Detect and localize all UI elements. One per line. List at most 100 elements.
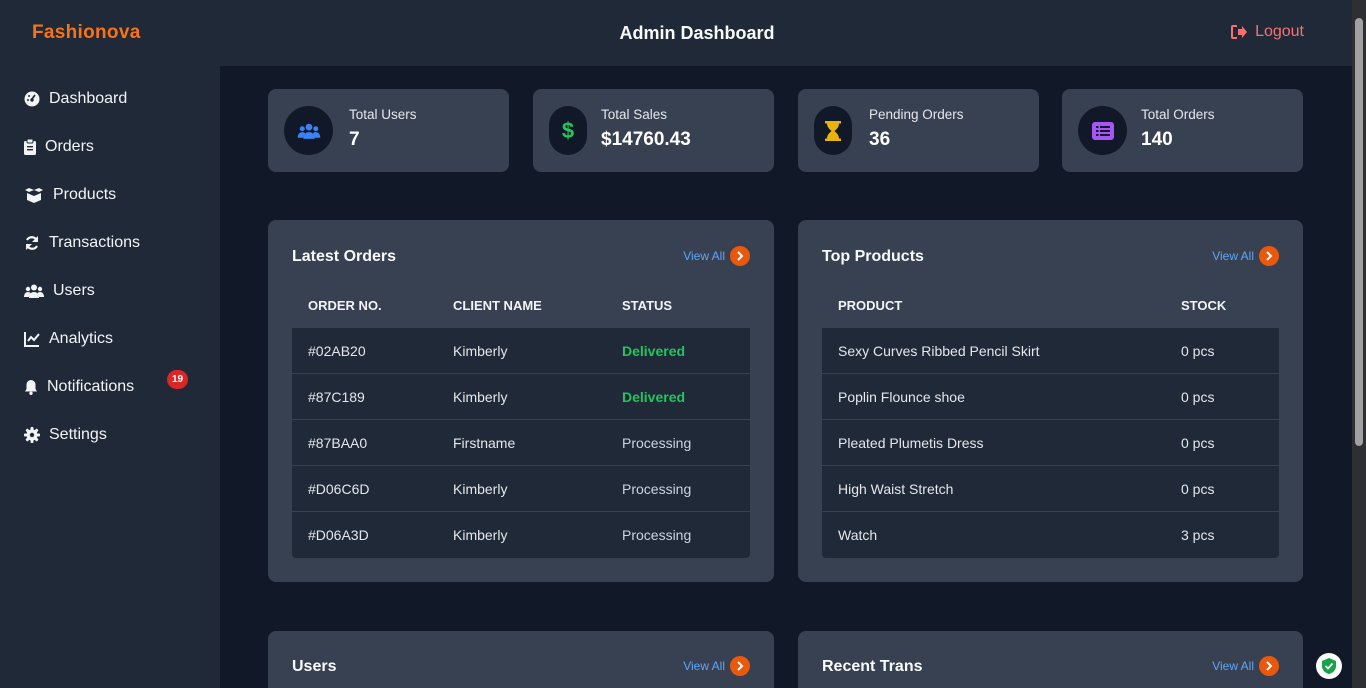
client-name: Firstname: [453, 435, 516, 451]
table-row[interactable]: Watch 3 pcs: [822, 512, 1279, 558]
view-all-label: View All: [1212, 659, 1254, 673]
list-icon: [1078, 106, 1127, 155]
panel-title: Recent Trans: [822, 658, 923, 675]
product-stock: 3 pcs: [1181, 527, 1215, 543]
panel-title: Users: [292, 658, 337, 675]
chevron-right-icon: [730, 656, 750, 676]
client-name: Kimberly: [453, 343, 508, 359]
product-name: Poplin Flounce shoe: [838, 389, 965, 405]
sidebar-item-notifications[interactable]: Notifications: [24, 378, 134, 396]
order-number: #02AB20: [308, 343, 366, 359]
sidebar-item-label: Analytics: [49, 330, 114, 347]
product-name: Sexy Curves Ribbed Pencil Skirt: [838, 343, 1040, 359]
sidebar-item-products[interactable]: Products: [24, 186, 116, 204]
column-header[interactable]: PRODUCT: [838, 298, 902, 313]
sidebar-item-dashboard[interactable]: Dashboard: [24, 90, 127, 108]
status-badge: Processing: [622, 481, 692, 497]
view-all-label: View All: [683, 659, 725, 673]
dollar-icon: $: [549, 106, 587, 155]
sidebar-item-label: Notifications: [47, 378, 135, 395]
stat-value: 7: [349, 129, 360, 150]
sidebar-item-label: Settings: [49, 426, 107, 443]
scrollbar-thumb[interactable]: [1355, 18, 1363, 446]
sidebar-item-users[interactable]: Users: [24, 282, 95, 300]
client-name: Kimberly: [453, 481, 508, 497]
notification-count-badge: 19: [167, 370, 188, 389]
stat-label: Pending Orders: [869, 107, 964, 122]
column-header[interactable]: STATUS: [622, 298, 672, 313]
product-name: High Waist Stretch: [838, 481, 954, 497]
clipboard-icon: [24, 139, 36, 155]
table-row[interactable]: #87BAA0 Firstname Processing: [292, 420, 750, 466]
stat-value: 140: [1141, 129, 1173, 150]
bell-icon: [25, 380, 37, 395]
table-row[interactable]: #D06A3D Kimberly Processing: [292, 512, 750, 558]
stat-label: Total Users: [349, 107, 417, 122]
sidebar-item-orders[interactable]: Orders: [24, 138, 94, 156]
chevron-right-icon: [1259, 246, 1279, 266]
stat-card-total-users: Total Users 7: [268, 89, 509, 172]
sidebar-item-settings[interactable]: Settings: [24, 426, 107, 444]
client-name: Kimberly: [453, 389, 508, 405]
users-panel: Users View All: [268, 631, 774, 688]
page-title: Admin Dashboard: [619, 23, 775, 43]
view-all-products-link[interactable]: View All: [1212, 246, 1279, 266]
chevron-right-icon: [1259, 656, 1279, 676]
vertical-scrollbar[interactable]: [1352, 0, 1366, 688]
product-stock: 0 pcs: [1181, 435, 1215, 451]
sidebar-item-transactions[interactable]: Transactions: [24, 234, 140, 252]
table-row[interactable]: #02AB20 Kimberly Delivered: [292, 328, 750, 374]
view-all-orders-link[interactable]: View All: [683, 246, 750, 266]
recent-transactions-panel: Recent Trans View All: [798, 631, 1303, 688]
top-bar: Fashionova Admin Dashboard Logout: [0, 0, 1352, 66]
client-name: Kimberly: [453, 527, 508, 543]
panel-title: Latest Orders: [292, 248, 397, 265]
orders-table-body: #02AB20 Kimberly Delivered #87C189 Kimbe…: [292, 328, 750, 558]
chevron-right-icon: [730, 246, 750, 266]
column-header[interactable]: STOCK: [1181, 298, 1226, 313]
status-badge: Processing: [622, 527, 692, 543]
products-table-body: Sexy Curves Ribbed Pencil Skirt 0 pcs Po…: [822, 328, 1279, 558]
table-row[interactable]: Pleated Plumetis Dress 0 pcs: [822, 420, 1279, 466]
column-header[interactable]: CLIENT NAME: [453, 298, 542, 313]
stat-card-pending-orders: Pending Orders 36: [798, 89, 1039, 172]
sidebar-item-analytics[interactable]: Analytics: [24, 330, 113, 348]
view-all-transactions-link[interactable]: View All: [1212, 656, 1279, 676]
box-icon: [25, 188, 43, 203]
table-row[interactable]: #D06C6D Kimberly Processing: [292, 466, 750, 512]
latest-orders-panel: Latest Orders View All ORDER NO. CLIENT …: [268, 220, 774, 582]
order-number: #D06C6D: [308, 481, 370, 497]
table-row[interactable]: Sexy Curves Ribbed Pencil Skirt 0 pcs: [822, 328, 1279, 374]
logout-label: Logout: [1255, 23, 1304, 40]
order-number: #87C189: [308, 389, 365, 405]
stat-card-total-orders: Total Orders 140: [1062, 89, 1303, 172]
users-icon: [284, 106, 333, 155]
table-row[interactable]: High Waist Stretch 0 pcs: [822, 466, 1279, 512]
logout-icon: [1231, 25, 1248, 39]
view-all-users-link[interactable]: View All: [683, 656, 750, 676]
top-products-panel: Top Products View All PRODUCT STOCK Sexy…: [798, 220, 1303, 582]
stat-value: 36: [869, 129, 891, 150]
view-all-label: View All: [1212, 249, 1254, 263]
line-chart-icon: [24, 332, 40, 347]
stat-value: $14760.43: [601, 129, 691, 150]
view-all-label: View All: [683, 249, 725, 263]
hourglass-icon: [814, 106, 852, 155]
status-badge: Delivered: [622, 389, 686, 405]
shield-icon[interactable]: [1316, 653, 1342, 679]
table-row[interactable]: #87C189 Kimberly Delivered: [292, 374, 750, 420]
stat-label: Total Orders: [1141, 107, 1215, 122]
stat-label: Total Sales: [601, 107, 668, 122]
table-header: ORDER NO. CLIENT NAME STATUS: [292, 298, 750, 328]
logout-button[interactable]: Logout: [1230, 23, 1304, 41]
product-stock: 0 pcs: [1181, 343, 1215, 359]
column-header[interactable]: ORDER NO.: [308, 298, 382, 313]
order-number: #87BAA0: [308, 435, 368, 451]
table-row[interactable]: Poplin Flounce shoe 0 pcs: [822, 374, 1279, 420]
panel-title: Top Products: [822, 248, 924, 265]
stat-card-total-sales: $ Total Sales $14760.43: [533, 89, 774, 172]
product-name: Watch: [838, 527, 878, 543]
users-icon: [24, 284, 44, 298]
product-stock: 0 pcs: [1181, 389, 1215, 405]
sidebar-item-label: Orders: [45, 138, 94, 155]
